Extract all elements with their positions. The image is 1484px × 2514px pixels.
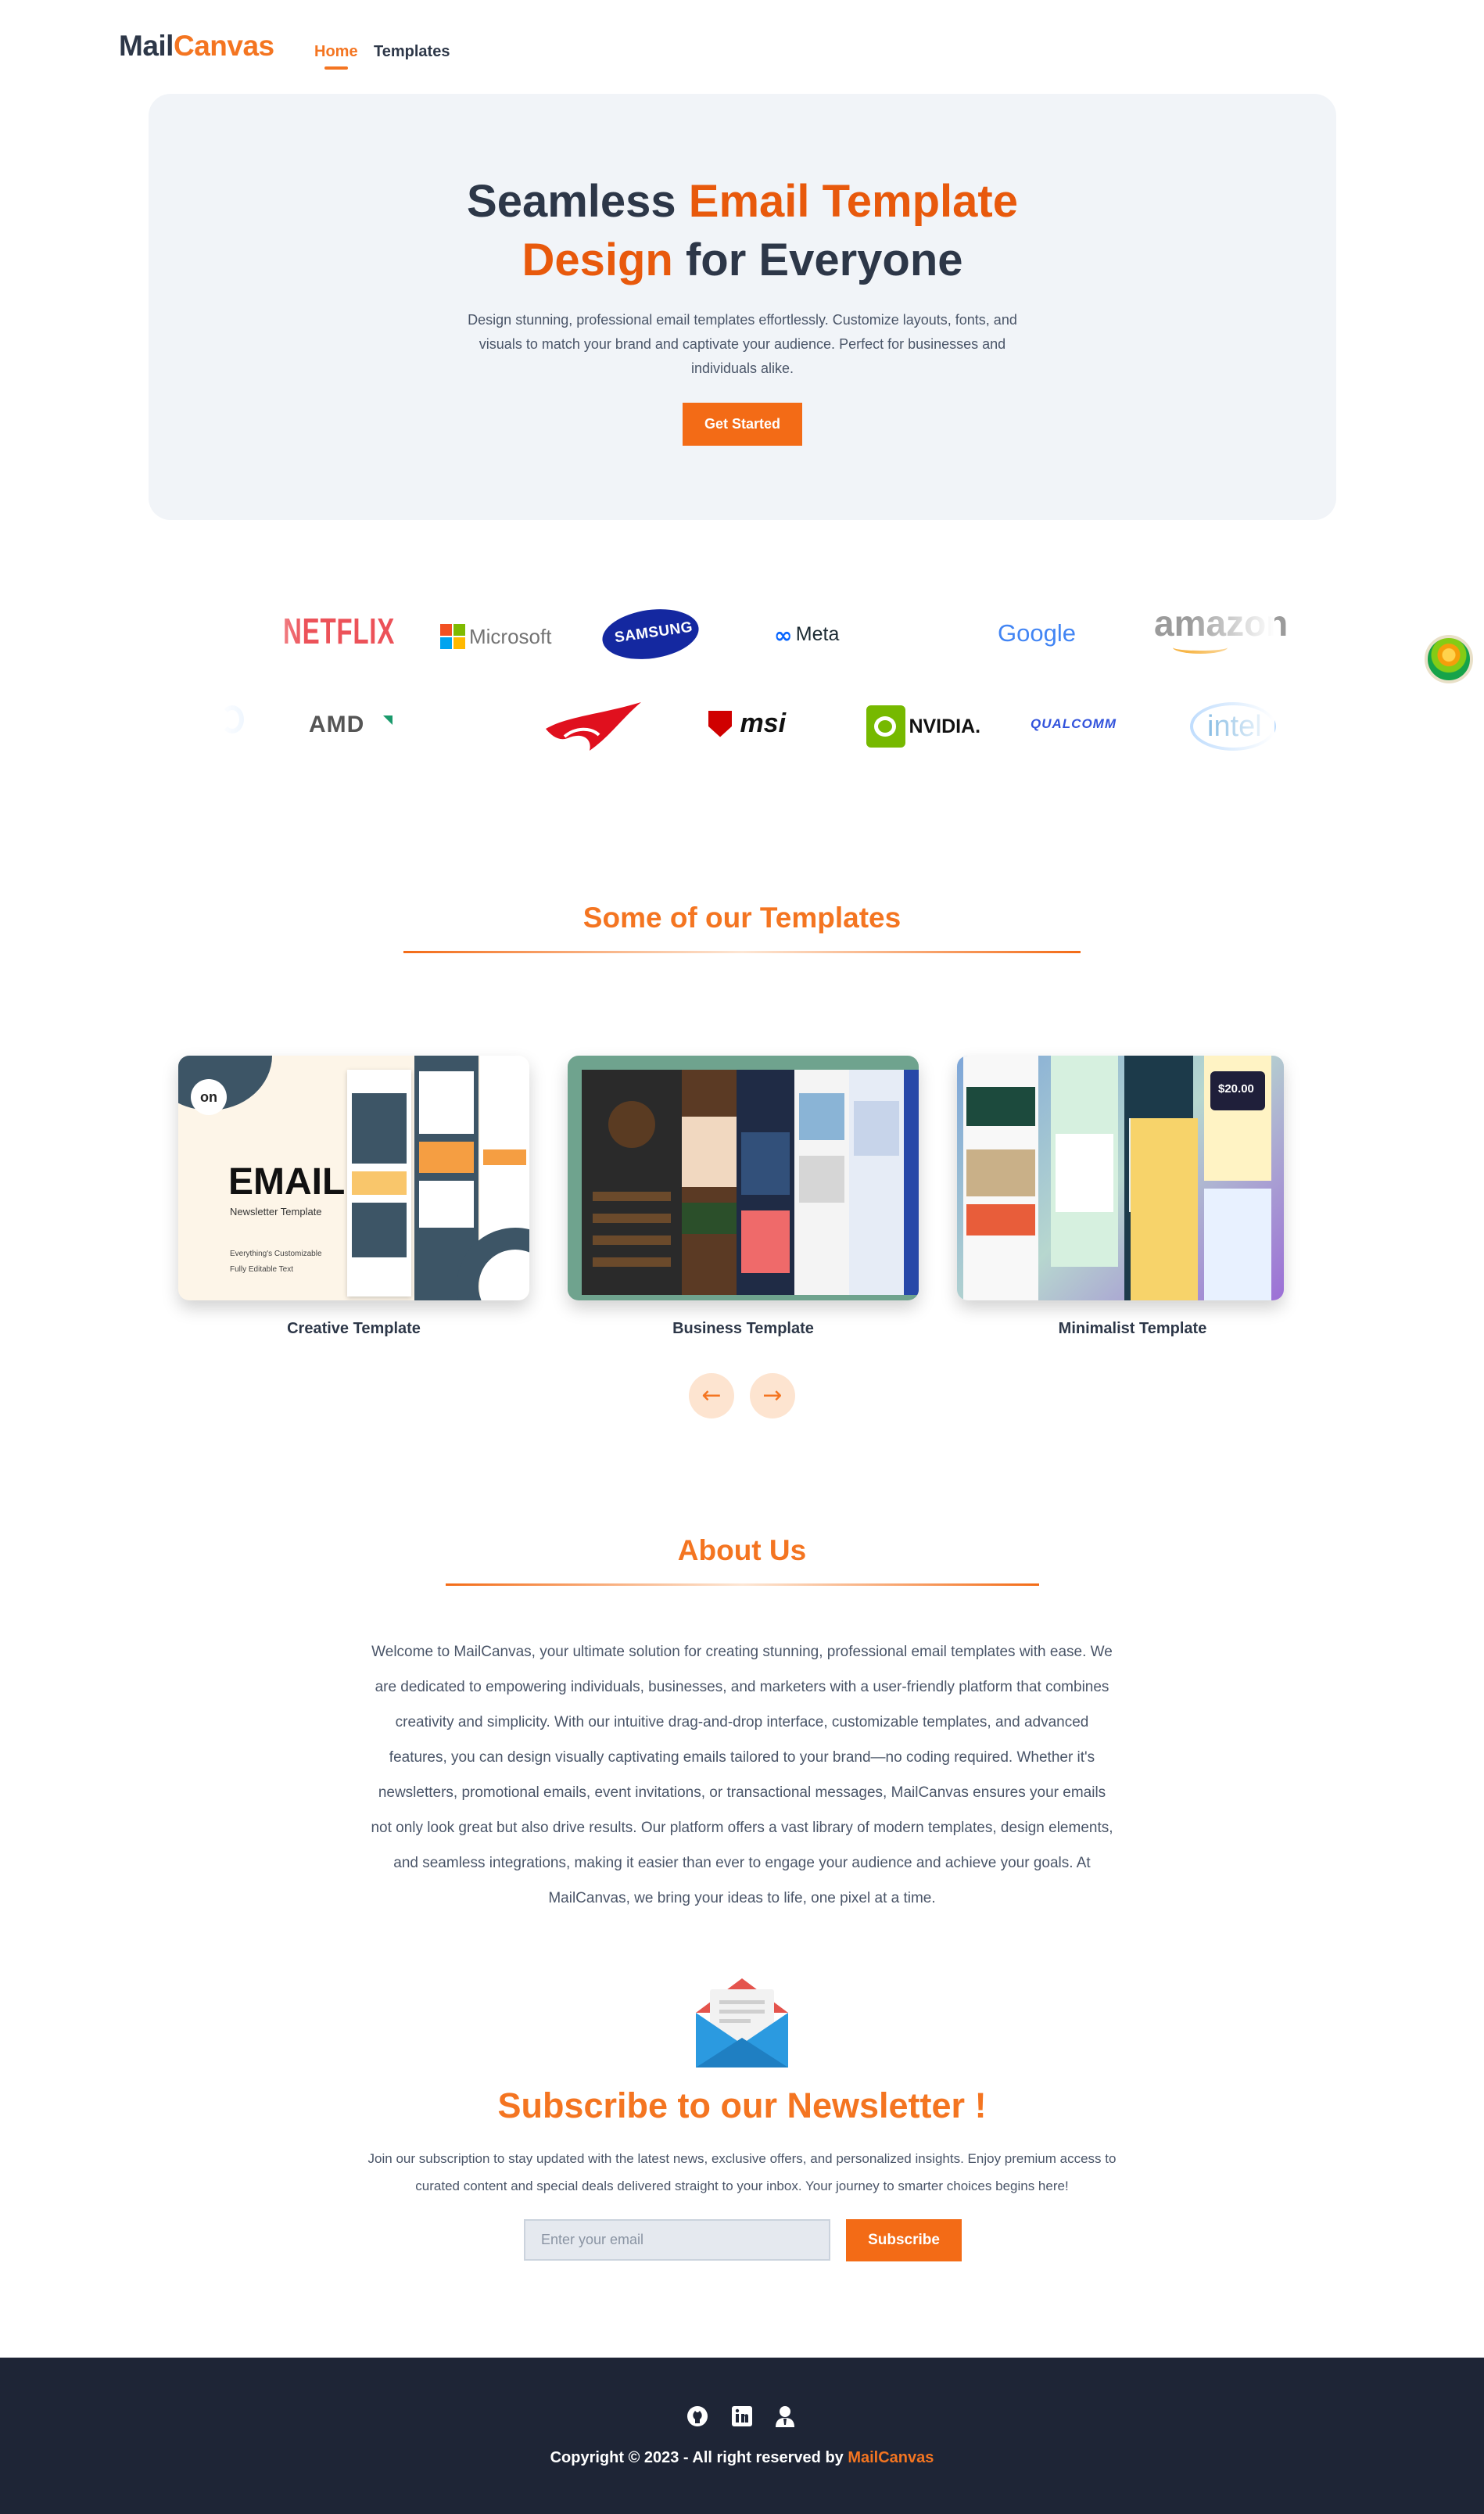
marquee-fade-left <box>219 594 305 782</box>
copyright-text: Copyright © 2023 - All right reserved by… <box>0 2449 1484 2467</box>
templates-section-title: Some of our Templates <box>582 902 902 934</box>
hero-title-highlight: Design <box>522 235 673 285</box>
amd-logo: AMD <box>309 712 365 737</box>
business-preview-mock-5 <box>849 1070 904 1295</box>
arrow-left-icon: ← <box>701 1382 722 1409</box>
copyright-brand[interactable]: MailCanvas <box>848 2449 934 2466</box>
hero-description: Design stunning, professional email temp… <box>468 312 1017 376</box>
portfolio-icon[interactable] <box>773 2405 797 2428</box>
microsoft-wordmark: Microsoft <box>469 625 552 648</box>
creative-preview-bullet: Everything's Customizable <box>230 1250 322 1258</box>
samsung-logo: SAMSUNG <box>599 603 702 665</box>
business-preview-mock-4 <box>794 1070 849 1295</box>
arrow-right-icon: → <box>762 1382 783 1409</box>
templates-title-underline <box>403 951 1081 953</box>
about-text: Welcome to MailCanvas, your ultimate sol… <box>371 1644 1113 1906</box>
floating-avatar-icon[interactable] <box>1425 635 1473 683</box>
meta-logo: ∞ Meta <box>774 622 839 648</box>
carousel-next-button[interactable]: → <box>750 1373 795 1418</box>
hero-section: Seamless Email Template Design for Every… <box>149 94 1336 520</box>
meta-icon: ∞ <box>774 622 793 648</box>
card-decor-circle: on <box>191 1079 227 1115</box>
about-section-title: About Us <box>677 1534 807 1566</box>
nvidia-eye-icon <box>866 705 905 748</box>
nav-templates-link[interactable]: Templates <box>374 43 450 61</box>
template-card-label: Creative Template <box>287 1320 421 1337</box>
meta-wordmark: Meta <box>795 623 840 645</box>
creative-preview-title: EMAIL <box>228 1161 346 1203</box>
github-icon[interactable] <box>686 2405 709 2428</box>
minimalist-preview-mock-5: $20.00 <box>1204 1056 1271 1181</box>
logo-part-1: Mail <box>119 30 174 62</box>
rog-logo-icon <box>544 701 646 758</box>
template-card-minimalist[interactable]: $20.00 <box>957 1056 1284 1300</box>
business-preview-mock-3 <box>737 1070 794 1295</box>
msi-wordmark: msi <box>740 708 787 738</box>
creative-preview-mock-1 <box>347 1070 411 1296</box>
email-input[interactable] <box>524 2219 830 2261</box>
carousel-prev-button[interactable]: ← <box>689 1373 734 1418</box>
creative-preview-bullet: Fully Editable Text <box>230 1265 293 1274</box>
msi-shield-icon <box>708 710 732 737</box>
logo-part-2: Canvas <box>173 30 274 62</box>
about-title-underline <box>446 1583 1039 1586</box>
template-card-label: Business Template <box>672 1320 814 1337</box>
footer: Copyright © 2023 - All right reserved by… <box>0 2358 1484 2514</box>
template-card-business[interactable] <box>568 1056 919 1300</box>
marquee-fade-right <box>1188 594 1274 782</box>
carousel-fade-right <box>1284 1048 1331 1306</box>
business-preview-mock-6 <box>904 1070 919 1295</box>
google-logo: Google <box>998 619 1076 647</box>
minimalist-preview-price: $20.00 <box>1218 1082 1254 1096</box>
minimalist-preview-mock-6 <box>1204 1189 1271 1300</box>
navbar: MailCanvas Home Templates <box>0 0 1484 94</box>
hero-title-part: Seamless <box>467 176 689 227</box>
samsung-wordmark: SAMSUNG <box>613 619 694 647</box>
newsletter-title: Subscribe to our Newsletter ! <box>497 2085 987 2125</box>
nvidia-wordmark: NVIDIA. <box>909 715 981 737</box>
minimalist-preview-mock-1 <box>963 1056 1038 1300</box>
qualcomm-logo: QUALCOMM <box>1031 716 1117 731</box>
hero-title-highlight: Email Template <box>688 176 1018 227</box>
nav-home-link[interactable]: Home <box>314 43 358 70</box>
amd-arrow-icon <box>383 715 393 725</box>
business-preview-mock-1 <box>582 1070 682 1295</box>
minimalist-preview-mock-4 <box>1131 1118 1198 1300</box>
business-preview-mock-2 <box>682 1070 737 1295</box>
minimalist-preview-mock-2 <box>1051 1056 1118 1267</box>
hero-title: Seamless Email Template Design for Every… <box>149 172 1336 289</box>
subscribe-button[interactable]: Subscribe <box>846 2219 962 2261</box>
template-card-creative[interactable]: on EMAIL Newsletter Template Everything'… <box>178 1056 529 1300</box>
msi-logo: msi <box>708 708 786 739</box>
copyright-label: Copyright © 2023 - All right reserved by <box>550 2449 848 2466</box>
logo[interactable]: MailCanvas <box>119 30 274 63</box>
template-card-label: Minimalist Template <box>1058 1320 1207 1337</box>
microsoft-logo <box>440 624 465 649</box>
linkedin-icon[interactable] <box>730 2405 754 2428</box>
nvidia-logo: NVIDIA. <box>866 705 980 748</box>
creative-preview-subtitle: Newsletter Template <box>230 1206 322 1218</box>
envelope-icon <box>694 1972 790 2070</box>
get-started-button[interactable]: Get Started <box>683 403 802 446</box>
hero-title-part: for Everyone <box>672 235 963 285</box>
newsletter-description: Join our subscription to stay updated wi… <box>367 2151 1117 2193</box>
